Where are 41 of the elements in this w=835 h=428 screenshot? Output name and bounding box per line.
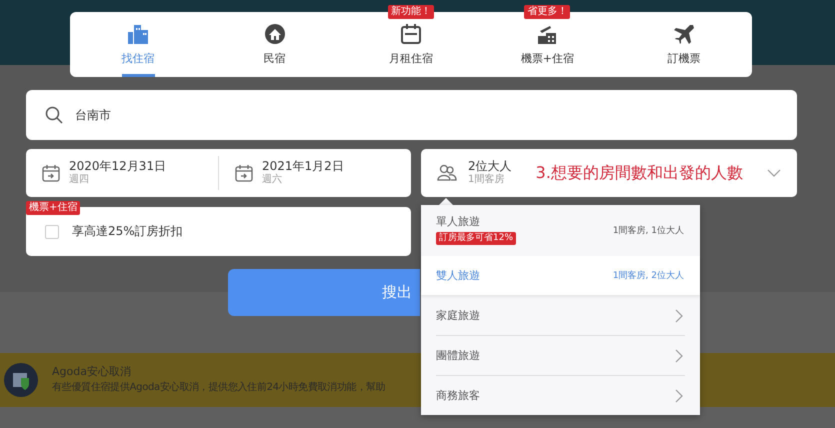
search-icon — [45, 106, 63, 124]
people-icon — [437, 164, 457, 182]
airplane-icon — [672, 23, 695, 45]
date-text: 2020年12月31日 — [69, 159, 166, 173]
banner-title: Agoda安心取消 — [52, 364, 132, 380]
tab[interactable]: 民宿 — [206, 12, 343, 77]
new-badge: 省更多！ — [524, 5, 570, 19]
new-badge: 新功能！ — [388, 5, 434, 19]
annotation-text: 3.想要的房間數和出發的人數 — [536, 162, 743, 184]
tab[interactable]: 訂機票 — [616, 12, 752, 77]
weekday-text: 週六 — [262, 173, 283, 187]
menu-item[interactable]: 雙人旅遊 1間客房, 2位大人 — [421, 256, 700, 295]
adults-text: 2位大人 — [468, 159, 512, 173]
menu-item[interactable]: 商務旅客 — [421, 376, 700, 415]
chevron-icon — [674, 348, 684, 362]
tab[interactable]: 找住宿 — [70, 12, 206, 77]
calendar-icon — [42, 164, 60, 182]
room-detail-text: 1間客房, 1位大人 — [612, 224, 684, 236]
plane-hotel-icon — [536, 23, 558, 45]
chevron-icon — [674, 308, 684, 322]
date-picker[interactable]: 2020年12月31日 週四 2021年1月2日 週六 — [26, 149, 411, 197]
banner-text: 有些優質住宿提供Agoda安心取消，提供您入住前24小時免費取消功能，幫助 — [52, 380, 386, 395]
rooms-text: 1間客房 — [468, 173, 506, 187]
house-icon — [264, 23, 286, 45]
date-text: 2021年1月2日 — [262, 159, 344, 173]
menu-item[interactable]: 單人旅遊 訂房最多可省12% 1間客房, 1位大人 — [421, 205, 700, 255]
savings-badge: 訂房最多可省12% — [436, 232, 516, 245]
calendar-shield-icon — [4, 363, 38, 397]
calendar-icon — [400, 23, 422, 45]
package-badge: 機票+住宿 — [26, 201, 80, 215]
search-field[interactable]: 台南市 — [26, 90, 797, 140]
chevron-icon — [674, 388, 684, 402]
menu-item[interactable]: 團體旅遊 — [421, 336, 700, 375]
weekday-text: 週四 — [69, 173, 90, 187]
checkbox[interactable] — [45, 224, 59, 238]
buildings-icon — [127, 23, 150, 45]
room-detail-text: 1間客房, 2位大人 — [612, 270, 684, 282]
chevron-icon — [767, 168, 781, 178]
calendar-icon — [235, 164, 253, 182]
menu-item[interactable]: 家庭旅遊 — [421, 296, 700, 335]
guest-selector[interactable]: 2位大人 1間客房 3.想要的房間數和出發的人數 — [421, 149, 797, 197]
